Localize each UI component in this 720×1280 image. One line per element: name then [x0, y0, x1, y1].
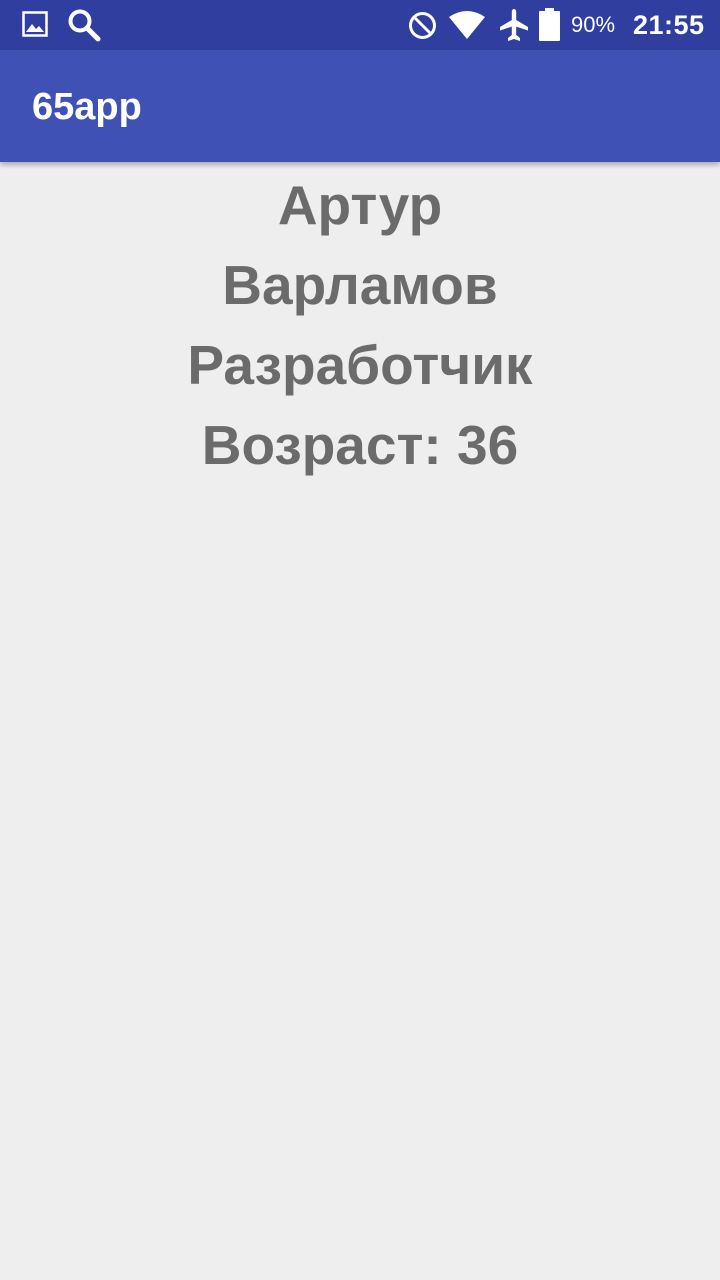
age-text: Возраст: 36 [201, 414, 519, 476]
airplane-icon [500, 9, 528, 41]
app-bar: 65app [0, 50, 720, 162]
wifi-icon [449, 11, 485, 39]
app-title: 65app [32, 86, 142, 128]
status-clock: 21:55 [633, 10, 705, 40]
do-not-disturb-icon [409, 12, 436, 39]
status-bar: 90% 21:55 [0, 0, 720, 50]
battery-percentage: 90% [571, 12, 616, 37]
first-name-text: Артур [277, 174, 443, 236]
image-icon [22, 11, 48, 37]
profile-content: Артур Варламов Разработчик Возраст: 36 [0, 162, 720, 485]
last-name-text: Варламов [222, 254, 498, 316]
search-icon [68, 9, 101, 42]
battery-icon [539, 8, 560, 41]
position-text: Разработчик [187, 334, 533, 396]
